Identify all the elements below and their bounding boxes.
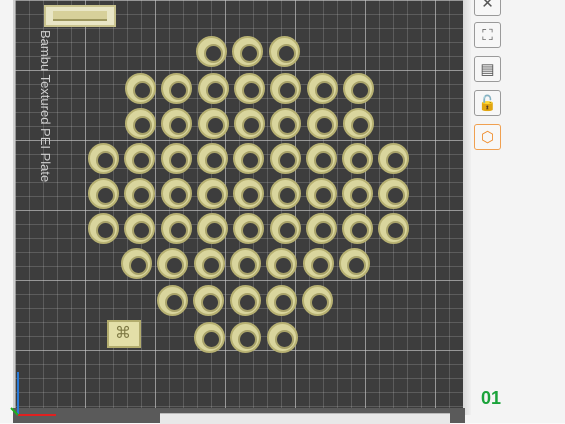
ring-part[interactable] [88,143,119,174]
ring-part[interactable] [269,178,301,209]
ring-part[interactable] [125,108,156,139]
ring-part[interactable] [88,213,119,244]
ring-part[interactable] [342,108,374,139]
ring-part[interactable] [193,285,225,316]
ring-part[interactable] [305,143,337,174]
ring-part[interactable] [378,178,410,209]
ring-part[interactable] [197,73,229,104]
ring-part[interactable] [233,73,265,104]
ring-part[interactable] [230,322,262,353]
ring-part[interactable] [233,143,265,174]
ring-part[interactable] [160,143,192,174]
ring-part[interactable] [160,178,192,209]
3d-viewport[interactable]: Bambu Textured PEI Plate ⌘ ✕ ⛶ ▤ 🔓 ⬡ 01 [0,0,565,424]
ring-part[interactable] [196,36,227,67]
ring-part[interactable] [125,73,156,104]
ring-part[interactable] [157,285,188,316]
ring-part[interactable] [305,213,337,244]
ring-part[interactable] [378,143,410,174]
pick-icon[interactable]: ⛶ [474,22,501,48]
knot-icon: ⌘ [115,325,131,342]
ring-part[interactable] [196,143,228,174]
ring-part[interactable] [270,73,302,104]
ring-part[interactable] [161,108,193,139]
axis-gizmo [10,372,56,416]
ring-part[interactable] [306,73,338,104]
knot-block-part[interactable]: ⌘ [107,320,141,348]
ring-part[interactable] [229,248,261,279]
ring-part[interactable] [269,213,301,244]
ring-part[interactable] [342,143,374,174]
ring-part[interactable] [268,36,300,67]
ring-part[interactable] [194,322,225,353]
ring-part[interactable] [124,213,156,244]
ring-part[interactable] [197,108,229,139]
ring-part[interactable] [302,248,334,279]
ring-part[interactable] [161,73,193,104]
close-icon[interactable]: ✕ [474,0,501,16]
ring-part[interactable] [193,248,225,279]
plate-number[interactable]: 01 [481,388,501,409]
lock-icon[interactable]: 🔓 [474,90,501,116]
ring-part[interactable] [306,108,338,139]
ring-part[interactable] [342,178,374,209]
ring-part[interactable] [378,213,410,244]
ring-part[interactable] [229,285,261,316]
ring-part[interactable] [121,248,152,279]
ring-part[interactable] [342,73,374,104]
ring-part[interactable] [265,285,297,316]
y-axis [10,407,19,416]
ring-part[interactable] [124,143,156,174]
arrange-icon[interactable]: ▤ [474,56,501,82]
ring-part[interactable] [232,36,264,67]
ring-part[interactable] [233,178,265,209]
right-toolbar: ✕ ⛶ ▤ 🔓 ⬡ [471,0,505,160]
ring-part[interactable] [342,213,374,244]
ring-part[interactable] [305,178,337,209]
bottom-toolbar [160,413,450,424]
ring-part[interactable] [270,108,302,139]
ring-part[interactable] [233,213,265,244]
ring-part[interactable] [196,178,228,209]
ring-part[interactable] [338,248,370,279]
ring-part[interactable] [269,143,301,174]
ring-part[interactable] [124,178,156,209]
ring-part[interactable] [157,248,189,279]
ring-part[interactable] [233,108,265,139]
ring-part[interactable] [266,248,298,279]
gear-icon[interactable]: ⬡ [474,124,501,150]
ring-part[interactable] [302,285,334,316]
ring-part[interactable] [88,178,119,209]
ring-part[interactable] [196,213,228,244]
ring-part[interactable] [160,213,192,244]
ring-part[interactable] [266,322,298,353]
